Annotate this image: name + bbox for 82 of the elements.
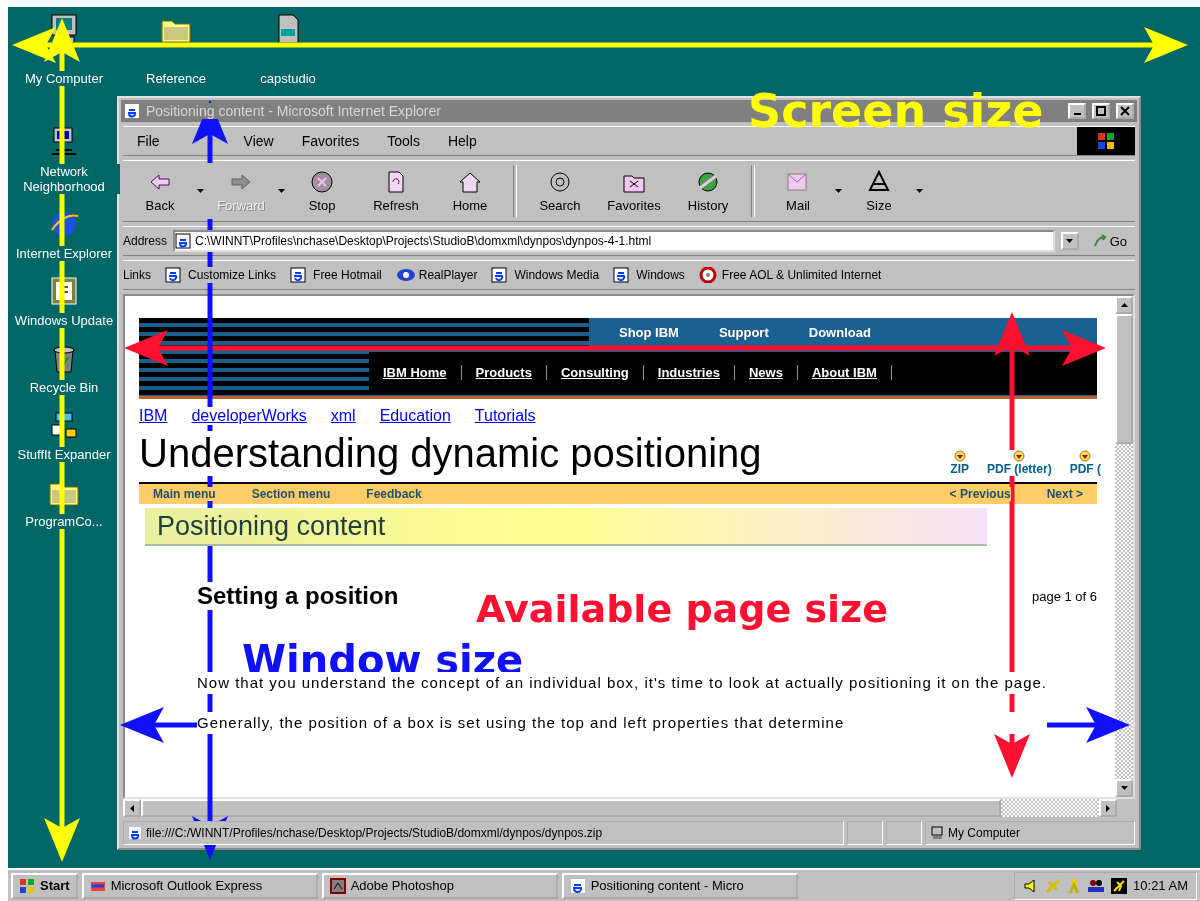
image-icon <box>329 877 346 894</box>
status-pane <box>886 821 922 845</box>
body-paragraph: Now that you understand the concept of an individual box, it's time to look at actually positioning it on the page. <box>197 672 1047 694</box>
links-label: Links <box>123 268 151 282</box>
history-icon <box>696 169 720 194</box>
go-button[interactable]: Go <box>1084 233 1135 249</box>
dropdown-button[interactable] <box>1060 232 1079 250</box>
page-e-icon <box>569 877 586 894</box>
address-label: Address <box>123 234 168 248</box>
link-button[interactable]: Free Hotmail <box>290 267 382 283</box>
browser-e-icon <box>124 103 140 119</box>
window-title: Positioning content - Microsoft Internet Explorer <box>146 103 441 119</box>
icon-label: capstudio <box>260 71 316 86</box>
page-menu-link[interactable]: < Previous <box>949 487 1011 501</box>
up-caret-icon <box>1120 303 1128 307</box>
page-e-icon <box>128 826 142 840</box>
windows-flag-icon <box>19 877 35 894</box>
page-e-icon <box>175 233 192 249</box>
page-title: Understanding dynamic positioning <box>139 431 762 476</box>
breadcrumb-link[interactable]: Education <box>379 407 451 425</box>
runner-icon[interactable] <box>1111 877 1128 894</box>
computer-icon <box>930 826 944 840</box>
section-heading: Positioning content <box>145 508 987 546</box>
horizontal-scrollbar[interactable] <box>123 799 1135 817</box>
page-menu-link[interactable]: Main menu <box>153 487 216 501</box>
taskbar-button[interactable]: Positioning content - Micro <box>561 872 798 899</box>
breadcrumb-link[interactable]: developerWorks <box>191 407 307 425</box>
file-format-link[interactable]: PDF (letter) <box>987 450 1052 476</box>
page-menu-link[interactable]: Section menu <box>251 487 331 501</box>
page-menu-link[interactable]: Feedback <box>366 487 422 501</box>
text-size-icon <box>867 169 891 194</box>
close-icon <box>1120 106 1130 116</box>
breadcrumb-link[interactable]: Tutorials <box>474 407 536 425</box>
go-arrow-icon <box>1092 234 1107 248</box>
link-button[interactable]: Customize Links <box>165 267 277 283</box>
link-button[interactable]: Free AOL & Unlimited Internet <box>698 267 882 283</box>
eye-icon <box>395 267 416 283</box>
panel-heading: Setting a position <box>197 582 399 610</box>
icon-label: Windows Update <box>14 313 114 328</box>
start-button[interactable]: Start <box>11 872 78 899</box>
down-caret-icon <box>1120 786 1128 790</box>
icon-label: StuffIt Expander <box>17 447 111 462</box>
close-button[interactable] <box>1116 103 1134 119</box>
clock: 10:21 AM <box>1133 878 1188 893</box>
icon-label: Internet Explorer <box>15 246 113 261</box>
breadcrumb-link[interactable]: IBM <box>139 407 168 425</box>
windows-flag-icon <box>1096 131 1116 151</box>
page-menu-link[interactable]: Next > <box>1046 487 1083 501</box>
maximize-button[interactable] <box>1092 103 1110 119</box>
vertical-scrollbar[interactable] <box>1115 296 1133 797</box>
left-caret-icon <box>130 804 134 812</box>
annotation-label: Screen size <box>748 88 1044 134</box>
file-format-link[interactable]: ZIP <box>950 450 969 476</box>
download-icon <box>953 450 966 462</box>
link-button[interactable]: Windows <box>613 267 685 283</box>
right-caret-icon <box>1106 804 1110 812</box>
status-zone: My Computer <box>925 821 1135 845</box>
taskbar-button[interactable]: Microsoft Outlook Express <box>81 872 318 899</box>
status-pane <box>847 821 883 845</box>
link-button[interactable]: Windows Media <box>491 267 600 283</box>
breadcrumb-link[interactable]: xml <box>330 407 356 425</box>
address-field[interactable]: C:\WINNT\Profiles\nchase\Desktop\Projects\StudioB\domxml\dynpos\dynpos-4-1.html <box>173 230 1055 252</box>
maximize-icon <box>1096 106 1106 116</box>
icon-label: ProgramCo... <box>25 514 103 529</box>
download-icon <box>1079 450 1092 462</box>
stop-icon <box>310 169 334 194</box>
annotation-label: Available page size <box>476 590 888 628</box>
icon-label: Recycle Bin <box>29 380 99 395</box>
icon-label: My Computer <box>25 71 103 86</box>
down-caret-icon <box>1066 239 1074 243</box>
icon-label: Reference <box>146 71 206 86</box>
minimize-icon <box>1073 113 1081 115</box>
search-icon <box>548 169 572 194</box>
download-icon <box>1013 450 1026 462</box>
expander-icon <box>48 409 80 441</box>
minimize-button[interactable] <box>1068 103 1086 119</box>
people-icon[interactable] <box>1087 877 1106 894</box>
link-button[interactable]: RealPlayer <box>395 267 478 283</box>
file-format-link[interactable]: PDF ( <box>1069 450 1101 476</box>
taskbar-button[interactable]: Adobe Photoshop <box>321 872 558 899</box>
status-text: file:///C:/WINNT/Profiles/nchase/Desktop/Projects/StudioB/domxml/dynpos/dynpos.zip <box>123 821 844 845</box>
lifebuoy-icon <box>698 267 719 283</box>
